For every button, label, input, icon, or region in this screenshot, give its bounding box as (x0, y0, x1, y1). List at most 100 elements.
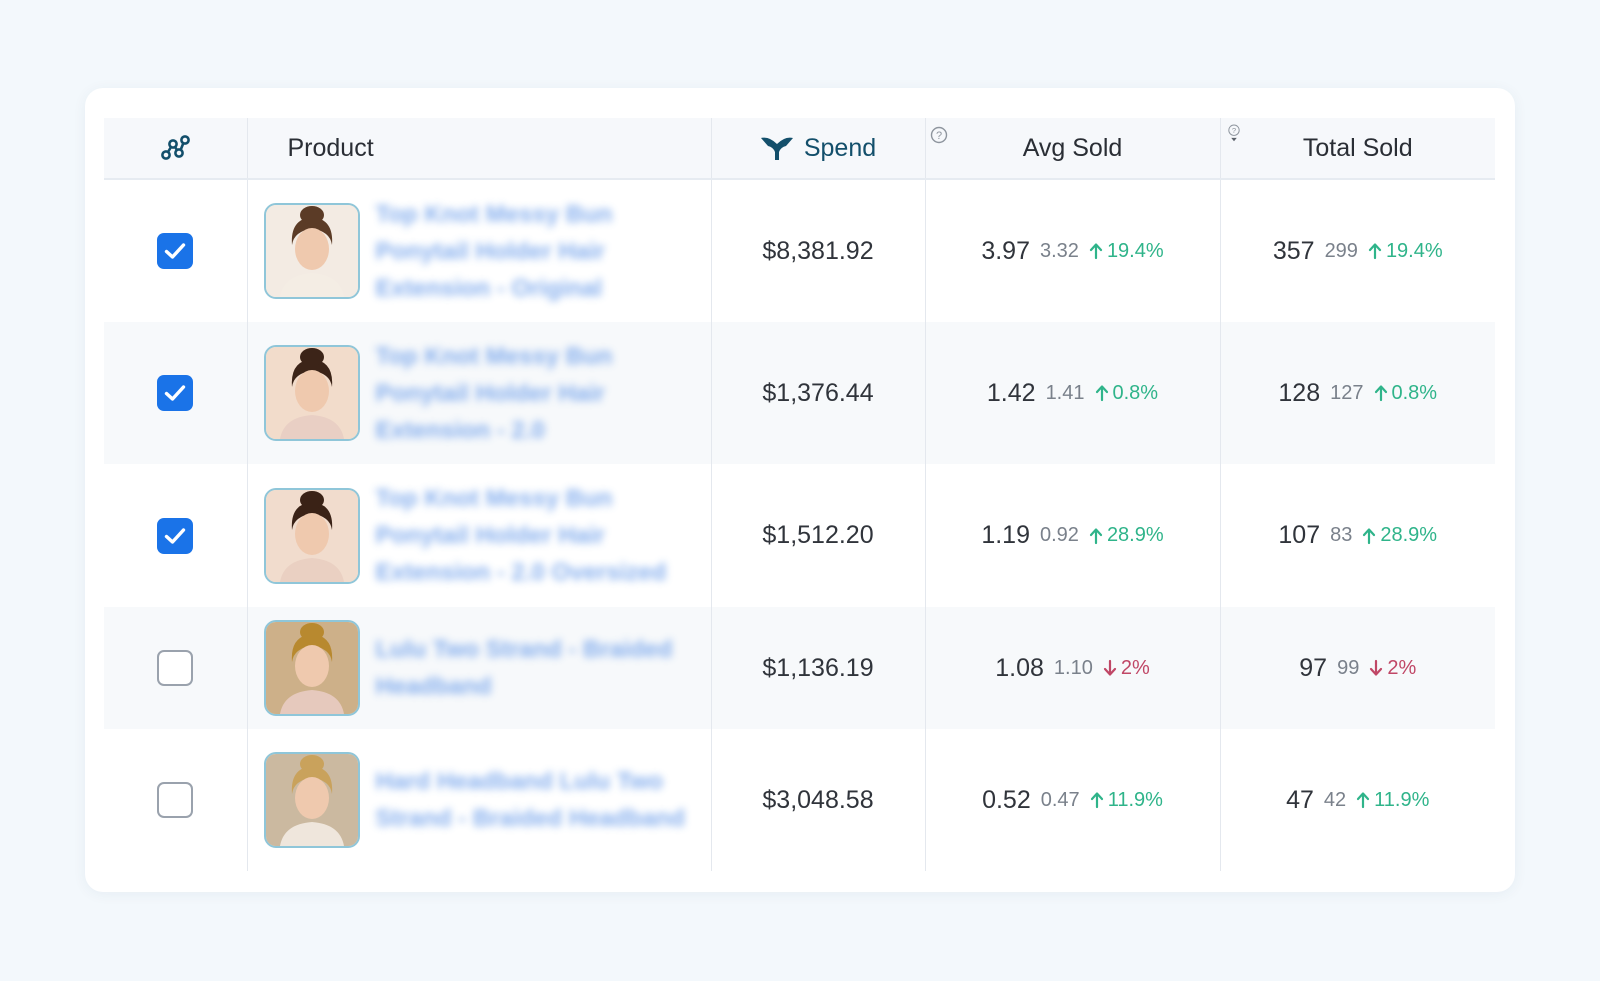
spend-value: $8,381.92 (762, 236, 874, 265)
compare-header[interactable] (104, 118, 247, 180)
total-sold-previous: 299 (1324, 239, 1358, 262)
avg-sold-header[interactable]: ? Avg Sold (924, 118, 1220, 180)
total-sold-previous: 99 (1337, 656, 1360, 679)
meta-logo-icon (760, 137, 793, 160)
avg-sold-change: 28.9% (1089, 524, 1164, 547)
total-sold-change: 2% (1369, 657, 1416, 680)
arrow-up-icon (1357, 792, 1370, 809)
avg-sold-value: 3.97 (981, 236, 1030, 265)
check-icon (165, 385, 186, 401)
spend-cell: $1,136.19 (710, 607, 925, 729)
select-cell (104, 729, 247, 871)
svg-text:?: ? (935, 130, 941, 142)
total-sold-value: 357 (1272, 236, 1315, 265)
avg-sold-header-label: Avg Sold (1022, 133, 1123, 162)
product-name-link[interactable]: Top Knot Messy Bun Ponytail Holder Hair … (376, 196, 696, 307)
table-row[interactable]: Top Knot Messy Bun Ponytail Holder Hair … (104, 179, 1495, 322)
svg-text:?: ? (1231, 126, 1235, 135)
avg-sold-cell: 1.42 1.41 0.8% (924, 322, 1220, 464)
product-cell: Hard Headband Lulu Two Strand - Braided … (246, 729, 711, 871)
avg-sold-change: 11.9% (1090, 789, 1163, 812)
total-sold-change: 11.9% (1356, 789, 1429, 812)
avg-sold-previous: 0.92 (1040, 524, 1079, 546)
arrow-down-icon (1103, 659, 1116, 676)
arrow-up-icon (1363, 527, 1376, 544)
avg-sold-cell: 1.08 1.10 2% (924, 607, 1220, 729)
help-icon[interactable]: ? (930, 126, 948, 144)
table-row[interactable]: Lulu Two Strand - Braided Headband $1,13… (104, 607, 1495, 729)
total-sold-change: 0.8% (1374, 382, 1437, 405)
product-cell: Top Knot Messy Bun Ponytail Holder Hair … (246, 179, 711, 322)
spend-value: $1,136.19 (762, 653, 874, 682)
avg-sold-cell: 3.97 3.32 19.4% (924, 179, 1220, 322)
spend-value: $1,512.20 (762, 521, 874, 549)
spend-cell: $1,512.20 (710, 464, 925, 607)
spend-value: $1,376.44 (762, 378, 874, 407)
table-row[interactable]: Hard Headband Lulu Two Strand - Braided … (104, 729, 1495, 871)
total-sold-previous: 42 (1323, 788, 1347, 811)
total-sold-cell: 97 99 2% (1219, 607, 1495, 729)
total-sold-value: 107 (1278, 521, 1321, 549)
avg-sold-value: 0.52 (982, 785, 1031, 814)
total-sold-header[interactable]: ? Total Sold (1219, 118, 1495, 180)
avg-sold-change: 2% (1103, 657, 1150, 680)
product-header-label: Product (287, 133, 374, 162)
product-name-link[interactable]: Top Knot Messy Bun Ponytail Holder Hair … (376, 338, 696, 449)
avg-sold-previous: 0.47 (1040, 788, 1080, 811)
row-checkbox-checked[interactable] (157, 233, 194, 269)
products-table: Product Spend ? Avg Sold ? Total Sold To… (104, 118, 1495, 871)
select-cell (104, 607, 247, 729)
product-thumbnail[interactable] (263, 203, 360, 299)
product-name-link[interactable]: Lulu Two Strand - Braided Headband (376, 631, 696, 705)
product-thumbnail[interactable] (263, 487, 360, 584)
product-name-link[interactable]: Hard Headband Lulu Two Strand - Braided … (376, 763, 696, 837)
total-sold-header-label: Total Sold (1302, 133, 1413, 162)
row-checkbox-checked[interactable] (157, 517, 194, 554)
arrow-up-icon (1095, 385, 1108, 402)
product-thumbnail[interactable] (263, 345, 360, 441)
table-row[interactable]: Top Knot Messy Bun Ponytail Holder Hair … (104, 322, 1495, 464)
product-thumbnail[interactable] (263, 752, 360, 848)
total-sold-change: 19.4% (1368, 240, 1443, 263)
arrow-down-icon (1370, 659, 1383, 676)
avg-sold-change: 0.8% (1095, 382, 1158, 405)
arrow-up-icon (1089, 527, 1103, 544)
help-sort-icon[interactable]: ? (1225, 124, 1243, 142)
spend-value: $3,048.58 (762, 785, 874, 814)
arrow-up-icon (1089, 243, 1103, 260)
graph-nodes-icon[interactable] (159, 134, 191, 162)
avg-sold-value: 1.42 (986, 378, 1036, 407)
total-sold-cell: 128 127 0.8% (1219, 322, 1495, 464)
spend-header[interactable]: Spend (710, 118, 925, 180)
product-header[interactable]: Product (246, 118, 711, 180)
product-cell: Top Knot Messy Bun Ponytail Holder Hair … (246, 322, 711, 464)
select-cell (104, 464, 247, 607)
row-checkbox-unchecked[interactable] (157, 782, 194, 818)
spend-header-label: Spend (803, 133, 877, 162)
table-row[interactable]: Top Knot Messy Bun Ponytail Holder Hair … (104, 464, 1495, 607)
products-card: Product Spend ? Avg Sold ? Total Sold To… (85, 88, 1515, 892)
avg-sold-change: 19.4% (1089, 240, 1164, 263)
arrow-up-icon (1090, 792, 1103, 809)
total-sold-previous: 83 (1330, 524, 1353, 546)
check-icon (165, 243, 186, 259)
avg-sold-cell: 1.19 0.92 28.9% (924, 464, 1220, 607)
avg-sold-previous: 1.41 (1045, 381, 1085, 404)
check-icon (165, 527, 186, 544)
avg-sold-value: 1.08 (995, 653, 1044, 682)
row-checkbox-checked[interactable] (157, 375, 194, 411)
product-cell: Lulu Two Strand - Braided Headband (246, 607, 711, 729)
select-cell (104, 179, 247, 322)
total-sold-value: 47 (1286, 785, 1314, 814)
avg-sold-previous: 1.10 (1053, 656, 1093, 679)
product-thumbnail[interactable] (263, 620, 360, 716)
row-checkbox-unchecked[interactable] (157, 650, 194, 686)
product-name-link[interactable]: Top Knot Messy Bun Ponytail Holder Hair … (376, 480, 696, 591)
total-sold-previous: 127 (1330, 381, 1364, 404)
avg-sold-previous: 3.32 (1040, 239, 1079, 262)
spend-cell: $1,376.44 (710, 322, 925, 464)
avg-sold-value: 1.19 (981, 521, 1030, 549)
total-sold-change: 28.9% (1362, 524, 1437, 547)
total-sold-cell: 107 83 28.9% (1219, 464, 1495, 607)
arrow-up-icon (1374, 385, 1387, 402)
